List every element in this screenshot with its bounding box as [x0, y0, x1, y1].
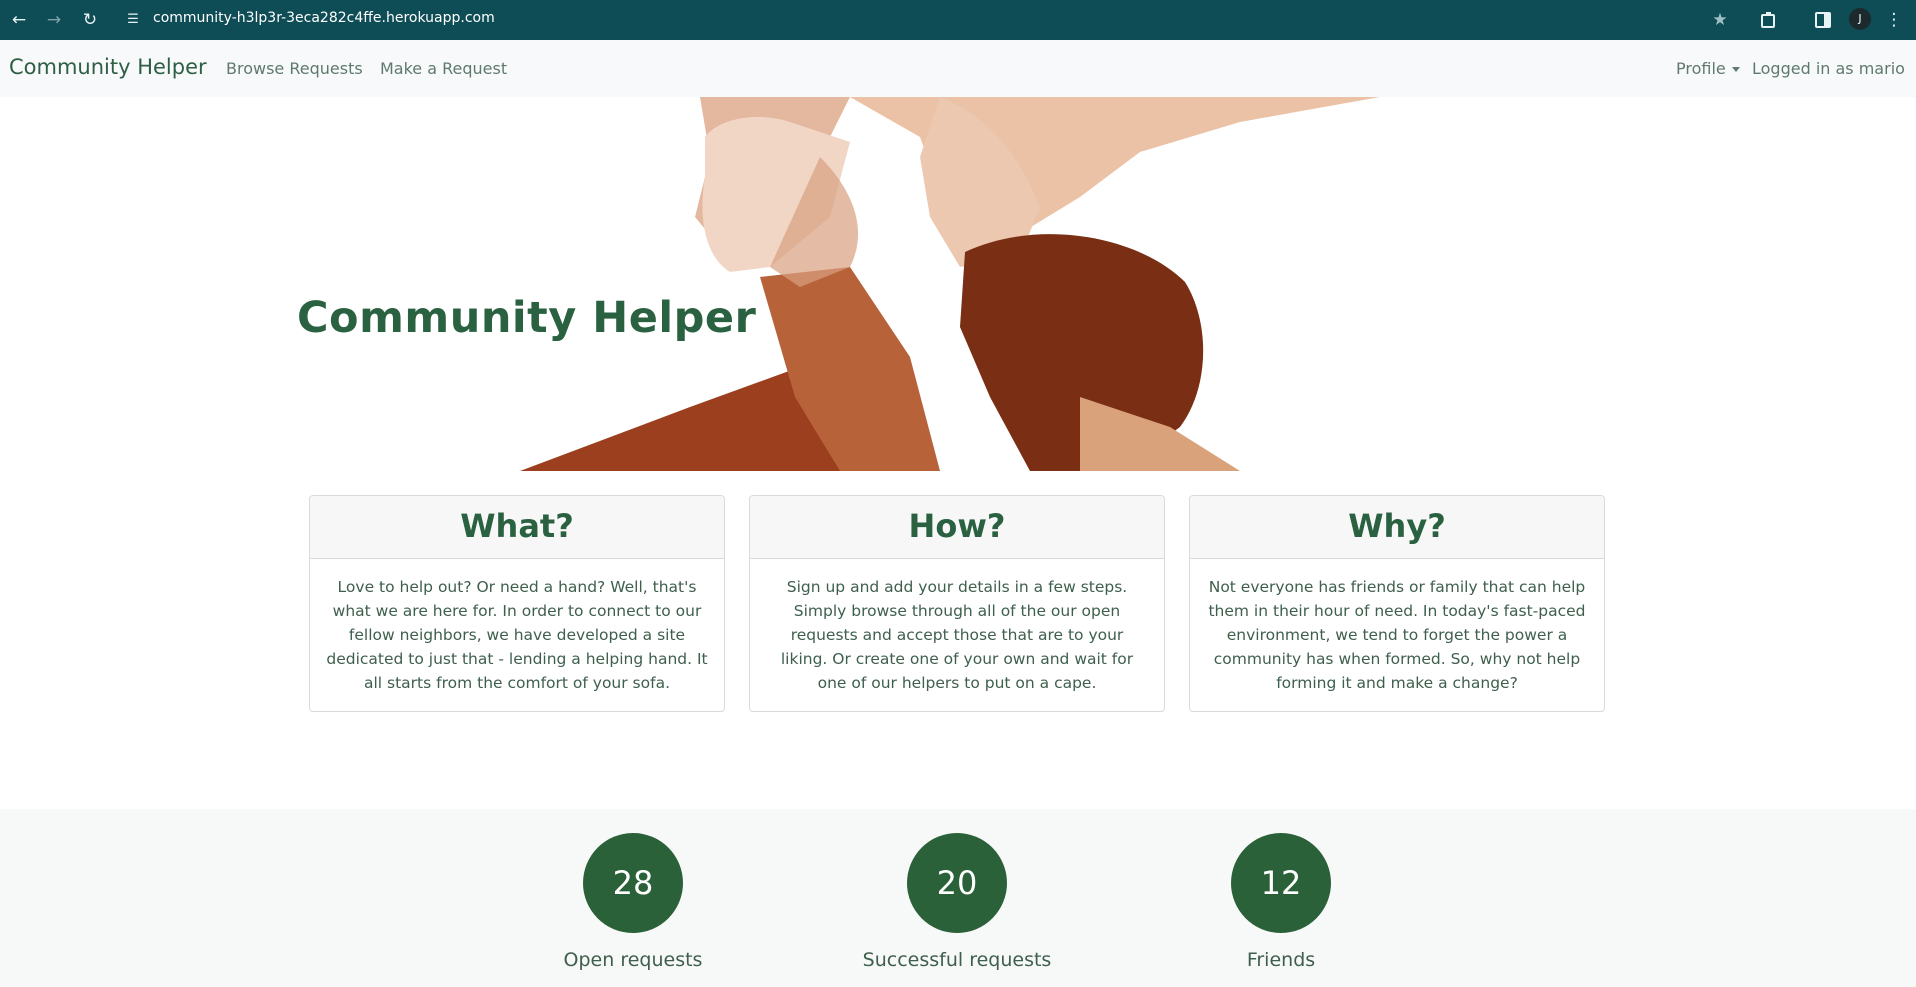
star-icon[interactable]: ★: [1707, 7, 1733, 33]
stat-label: Successful requests: [862, 949, 1052, 971]
caret-down-icon: [1731, 67, 1740, 72]
stat-value: 12: [1231, 833, 1331, 933]
extensions-icon[interactable]: [1756, 7, 1782, 33]
stat-successful-requests: 20 Successful requests: [847, 833, 1067, 971]
card-title: How?: [750, 496, 1164, 559]
hero-title: Community Helper: [297, 293, 757, 343]
nav-browse-requests[interactable]: Browse Requests: [226, 59, 363, 78]
nav-make-request[interactable]: Make a Request: [380, 59, 507, 78]
back-arrow-icon[interactable]: ←: [6, 7, 32, 33]
profile-dropdown[interactable]: Profile: [1676, 59, 1740, 78]
profile-avatar[interactable]: J: [1849, 8, 1871, 30]
card-text: Sign up and add your details in a few st…: [780, 578, 1134, 692]
stat-label: Friends: [1246, 949, 1316, 971]
navbar-brand[interactable]: Community Helper: [9, 55, 207, 79]
card-title: Why?: [1190, 496, 1604, 559]
card-how: How? Sign up and add your details in a f…: [749, 495, 1165, 712]
card-text: Not everyone has friends or family that …: [1208, 578, 1586, 692]
stat-value: 28: [583, 833, 683, 933]
stat-open-requests: 28 Open requests: [523, 833, 743, 971]
card-text: Love to help out? Or need a hand? Well, …: [326, 578, 708, 692]
hero-hands-image: [520, 97, 1380, 471]
card-what: What? Love to help out? Or need a hand? …: [309, 495, 725, 712]
forward-arrow-icon[interactable]: →: [41, 7, 67, 33]
stat-value: 20: [907, 833, 1007, 933]
card-title: What?: [310, 496, 724, 559]
browser-toolbar: ← → ↻ ☰ community-h3lp3r-3eca282c4ffe.he…: [0, 0, 1916, 40]
stat-friends: 12 Friends: [1171, 833, 1391, 971]
address-bar-url[interactable]: community-h3lp3r-3eca282c4ffe.herokuapp.…: [153, 10, 495, 26]
reload-icon[interactable]: ↻: [77, 7, 103, 33]
profile-label: Profile: [1676, 59, 1726, 78]
site-navbar: Community Helper Browse Requests Make a …: [0, 40, 1916, 97]
site-info-icon[interactable]: ☰: [122, 9, 144, 31]
logged-in-status: Logged in as mario: [1752, 59, 1905, 78]
stat-label: Open requests: [563, 949, 703, 971]
card-why: Why? Not everyone has friends or family …: [1189, 495, 1605, 712]
hero-section: Community Helper: [0, 97, 1916, 471]
side-panel-icon[interactable]: [1810, 7, 1836, 33]
stats-section: 28 Open requests 20 Successful requests …: [0, 809, 1916, 987]
menu-dots-icon[interactable]: ⋮: [1881, 7, 1907, 33]
